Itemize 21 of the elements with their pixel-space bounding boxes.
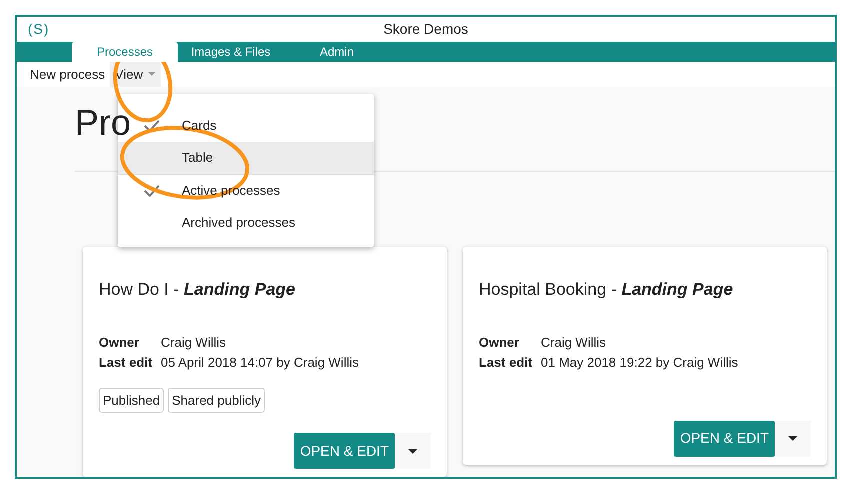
- card-title: Hospital Booking - Landing Page: [479, 279, 734, 301]
- status-tag: Published: [99, 388, 164, 413]
- open-edit-button[interactable]: OPEN & EDIT: [674, 420, 775, 456]
- menu-item[interactable]: Table: [118, 142, 374, 174]
- meta-value: 05 April 2018 14:07 by Craig Willis: [161, 354, 359, 372]
- tab[interactable]: Images & Files: [178, 42, 284, 62]
- menu-item[interactable]: Archived processes: [118, 207, 374, 239]
- status-tag: Shared publicly: [168, 388, 265, 413]
- meta-label: Owner: [479, 334, 520, 352]
- app-logo: (S): [28, 20, 50, 39]
- meta-value: 01 May 2018 19:22 by Craig Willis: [541, 354, 738, 372]
- meta-value: Craig Willis: [541, 334, 606, 352]
- meta-label: Last edit: [99, 354, 154, 372]
- meta-label: Last edit: [479, 354, 534, 372]
- tab[interactable]: Admin: [284, 42, 390, 62]
- tab[interactable]: Processes: [72, 42, 178, 62]
- window-title: Skore Demos: [384, 20, 468, 37]
- card-title: How Do I - Landing Page: [99, 279, 296, 301]
- open-edit-button[interactable]: OPEN & EDIT: [294, 433, 395, 469]
- meta-label: Owner: [99, 334, 140, 352]
- meta-value: Craig Willis: [161, 334, 226, 352]
